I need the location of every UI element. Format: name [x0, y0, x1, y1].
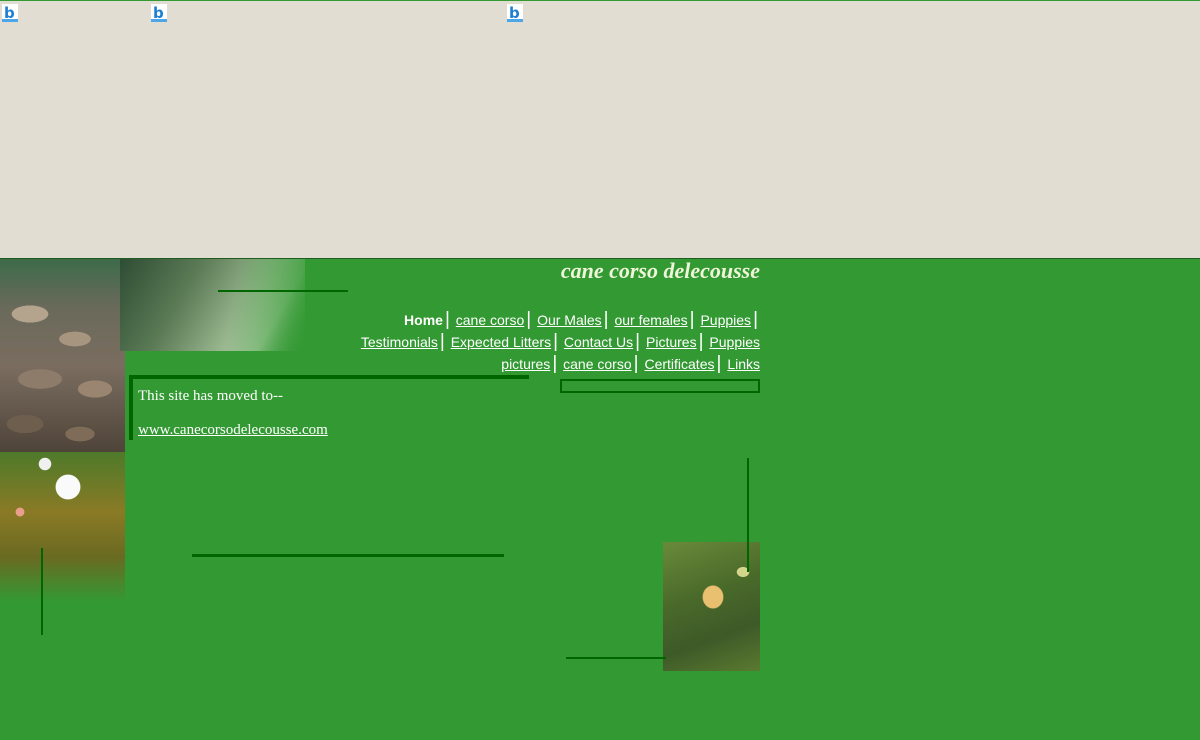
nav-separator: |	[635, 331, 641, 352]
nav-puppies-pictures-2[interactable]: pictures	[501, 356, 550, 372]
decorative-line	[129, 375, 529, 379]
flower-closeup-photo	[663, 542, 760, 671]
nav-our-females[interactable]: our females	[614, 312, 687, 328]
nav-puppies-pictures[interactable]: Puppies	[709, 334, 760, 350]
ad-banner: b b b	[0, 1, 1200, 259]
nav-contact-us[interactable]: Contact Us	[564, 334, 633, 350]
moved-message: This site has moved to--	[138, 388, 283, 404]
rocks-photo	[0, 259, 125, 454]
main-nav: Home | cane corso | Our Males | our females…	[300, 309, 760, 375]
b-logo-icon[interactable]: b	[507, 4, 523, 22]
decorative-line	[747, 458, 749, 572]
decorative-line	[566, 657, 666, 659]
nav-home[interactable]: Home	[404, 312, 443, 328]
nav-separator: |	[552, 353, 558, 374]
flowers-photo	[0, 452, 125, 602]
forest-photo	[120, 259, 305, 351]
decorative-line	[192, 554, 504, 557]
nav-cane-corso-2[interactable]: cane corso	[563, 356, 631, 372]
nav-separator: |	[553, 331, 559, 352]
nav-separator: |	[716, 353, 722, 374]
nav-separator: |	[698, 331, 704, 352]
nav-links[interactable]: Links	[727, 356, 760, 372]
nav-cane-corso[interactable]: cane corso	[456, 312, 524, 328]
nav-puppies[interactable]: Puppies	[700, 312, 751, 328]
decorative-line	[129, 375, 133, 440]
nav-separator: |	[439, 331, 445, 352]
site-title: cane corso delecousse	[560, 258, 760, 283]
nav-separator: |	[689, 309, 695, 330]
decorative-box	[560, 379, 760, 393]
nav-separator: |	[603, 309, 609, 330]
decorative-line	[218, 290, 348, 292]
nav-expected-litters[interactable]: Expected Litters	[451, 334, 551, 350]
nav-separator: |	[444, 309, 450, 330]
decorative-line	[41, 548, 43, 635]
nav-separator: |	[633, 353, 639, 374]
nav-our-males[interactable]: Our Males	[537, 312, 602, 328]
nav-pictures[interactable]: Pictures	[646, 334, 697, 350]
nav-separator: |	[526, 309, 532, 330]
nav-separator: |	[753, 309, 758, 330]
b-logo-icon[interactable]: b	[2, 4, 18, 22]
nav-testimonials[interactable]: Testimonials	[361, 334, 438, 350]
new-site-link[interactable]: www.canecorsodelecousse.com	[138, 422, 328, 439]
b-logo-icon[interactable]: b	[151, 4, 167, 22]
nav-certificates[interactable]: Certificates	[644, 356, 714, 372]
